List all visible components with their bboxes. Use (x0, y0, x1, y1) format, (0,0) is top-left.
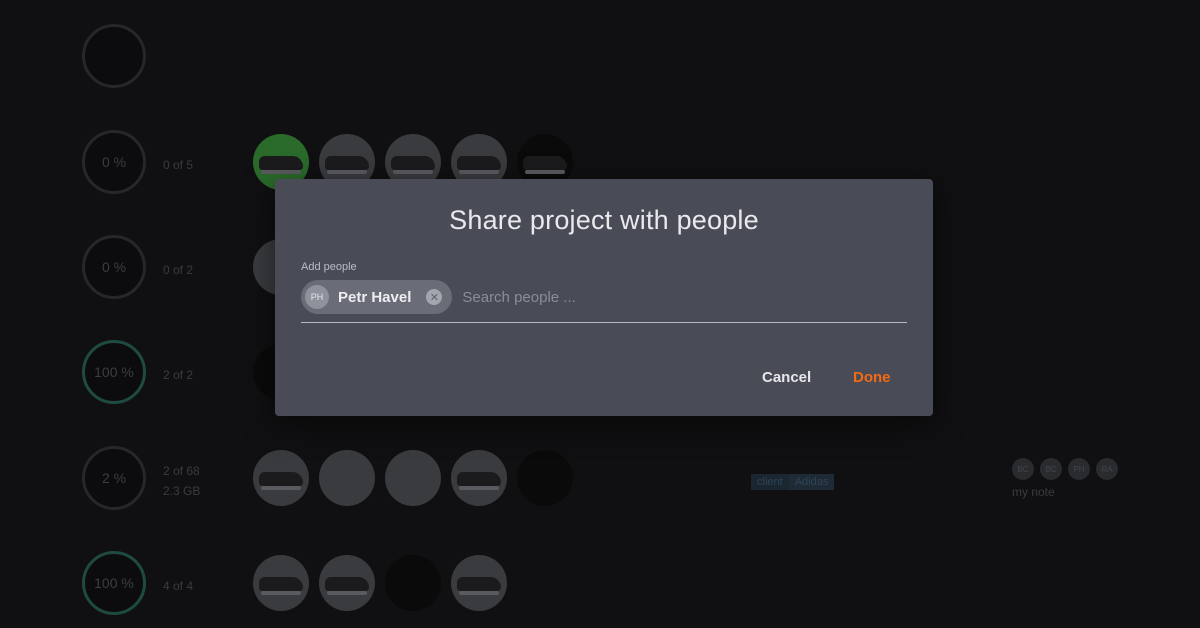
project-row: 2 % 2 of 68 2.3 GB client Adidas BC BC P… (0, 446, 1200, 526)
thumbnail (253, 450, 309, 506)
thumbnail (451, 555, 507, 611)
thumbnail (517, 450, 573, 506)
tag: client (751, 474, 789, 490)
progress-ring: 0 % (82, 130, 146, 194)
project-row: 100 % 4 of 4 (0, 551, 1200, 628)
avatar: BC (1012, 458, 1034, 480)
person-avatar: PH (305, 285, 329, 309)
file-count: 4 of 4 (163, 579, 194, 593)
statue-thumbnail (385, 555, 441, 611)
progress-ring: 0 % (82, 235, 146, 299)
project-note: my note (1012, 485, 1055, 499)
person-chip[interactable]: PH Petr Havel ✕ (301, 280, 453, 314)
thumbnail (451, 450, 507, 506)
cancel-button[interactable]: Cancel (762, 369, 811, 386)
avatar: BC (1040, 458, 1062, 480)
remove-person-icon[interactable]: ✕ (426, 289, 443, 305)
file-count: 0 of 5 (163, 158, 194, 172)
file-size: 2.3 GB (163, 484, 201, 498)
share-project-dialog: Share project with people Add people PH … (275, 179, 933, 416)
thumbnail (319, 450, 375, 506)
progress-ring: 2 % (82, 446, 146, 510)
progress-ring: 100 % (82, 340, 146, 404)
thumbnail (253, 555, 309, 611)
tag-group: client Adidas (751, 474, 835, 490)
file-count: 0 of 2 (163, 263, 194, 277)
file-count: 2 of 68 (163, 464, 200, 478)
thumbnail-strip (253, 450, 573, 506)
avatar: PH (1068, 458, 1090, 480)
add-people-label: Add people (301, 261, 357, 273)
person-name: Petr Havel (338, 288, 412, 306)
search-people-input[interactable] (462, 286, 907, 308)
film-thumbnail (385, 450, 441, 506)
done-button[interactable]: Done (853, 369, 891, 386)
progress-ring (82, 24, 146, 88)
tag: Adidas (788, 474, 835, 490)
dialog-title: Share project with people (449, 205, 759, 235)
member-avatars: BC BC PH RA (1012, 458, 1118, 480)
progress-ring: 100 % (82, 551, 146, 615)
file-count: 2 of 2 (163, 368, 194, 382)
project-row (0, 24, 1200, 104)
avatar: RA (1096, 458, 1118, 480)
thumbnail-strip (253, 555, 507, 611)
thumbnail (319, 555, 375, 611)
add-people-field: PH Petr Havel ✕ (301, 280, 907, 323)
